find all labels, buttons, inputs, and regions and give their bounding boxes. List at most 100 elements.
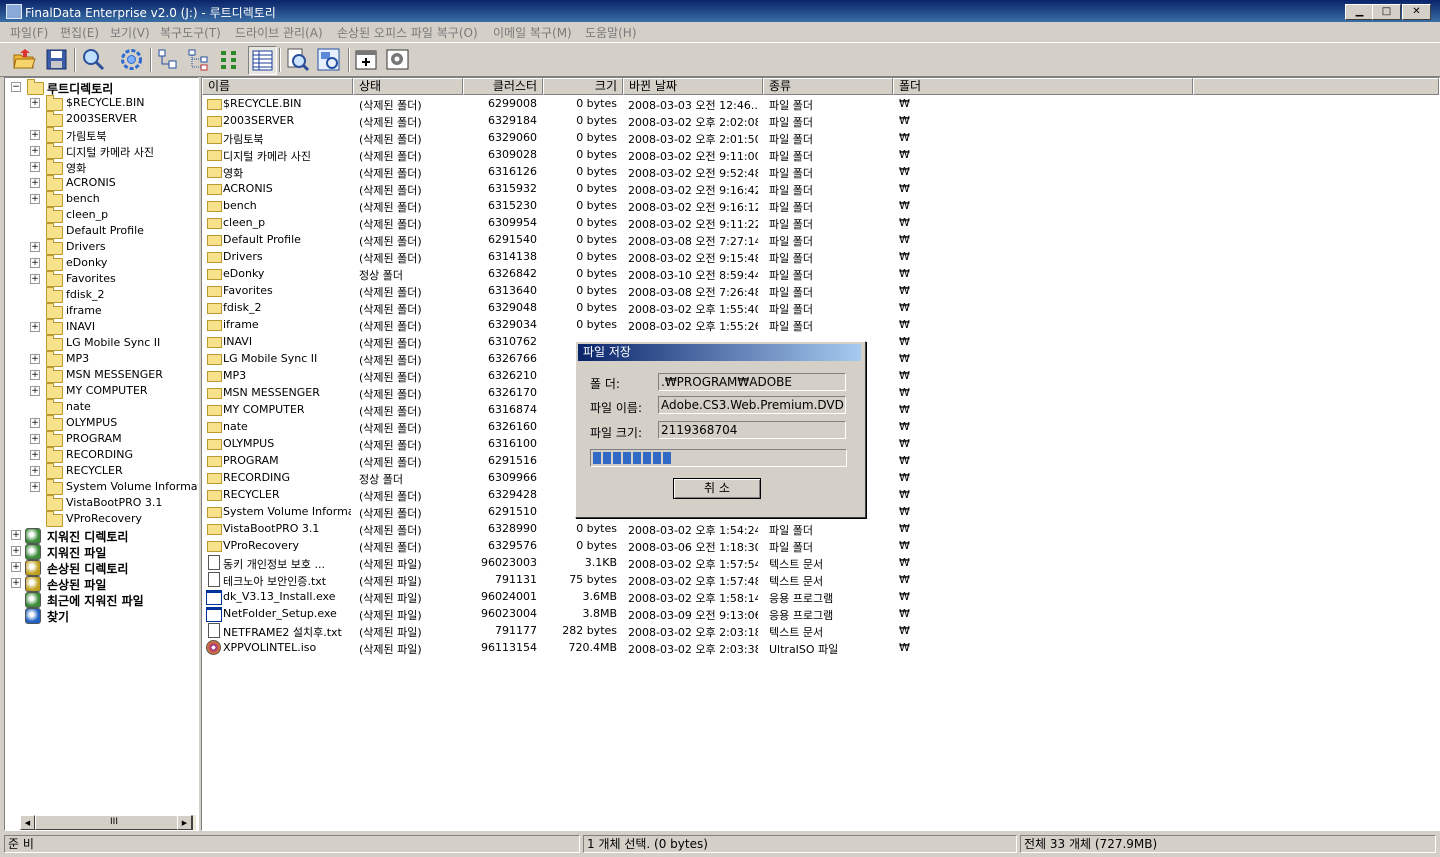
expand-icon[interactable]: + [30, 194, 40, 204]
table-row[interactable]: cleen_p (삭제된 폴더) 6309954 0 bytes 2008-03-02 … [202, 214, 1439, 231]
col-cluster[interactable]: 클러스터 [463, 78, 543, 95]
table-row[interactable]: VistaBootPRO 3.1 (삭제된 폴더) 6328990 0 bytes 20… [202, 520, 1439, 537]
tree-special-item[interactable]: + 지워진 파일 [5, 543, 195, 560]
tree-item[interactable]: + ACRONIS [5, 175, 195, 191]
tree-item[interactable]: + MSN MESSENGER [5, 367, 195, 383]
col-folder[interactable]: 폴더 [893, 78, 1193, 95]
tree-item[interactable]: + 영화 [5, 159, 195, 175]
col-date[interactable]: 바뀐 날짜 [623, 78, 763, 95]
tree-item[interactable]: + bench [5, 191, 195, 207]
tree-special-item[interactable]: + 손상된 디렉토리 [5, 559, 195, 576]
expand-icon[interactable]: + [30, 274, 40, 284]
hierarchy-icon[interactable] [186, 46, 213, 73]
minimize-button[interactable]: ▁ [1345, 4, 1374, 20]
expand-icon[interactable]: + [30, 130, 40, 140]
menu-edit[interactable]: 편집(E) [60, 24, 99, 41]
close-button[interactable]: ✕ [1402, 4, 1431, 20]
expand-icon[interactable]: + [30, 418, 40, 428]
expand-icon[interactable]: + [11, 562, 21, 572]
open-folder-icon[interactable] [11, 46, 38, 73]
expand-icon[interactable]: + [30, 482, 40, 492]
details-view-icon[interactable] [248, 46, 277, 75]
menu-drive-manage[interactable]: 드라이브 관리(A) [235, 24, 323, 41]
tree-item[interactable]: fdisk_2 [5, 287, 195, 303]
table-row[interactable]: Default Profile (삭제된 폴더) 6291540 0 bytes 200… [202, 231, 1439, 248]
tree-root[interactable]: − 루트디렉토리 [5, 79, 195, 96]
expand-icon[interactable]: + [30, 466, 40, 476]
scroll-left-arrow[interactable]: ◀ [20, 815, 35, 830]
menu-recovery-tools[interactable]: 복구도구(T) [160, 24, 221, 41]
table-row[interactable]: 가림토북 (삭제된 폴더) 6329060 0 bytes 2008-03-02 오후 … [202, 129, 1439, 146]
col-type[interactable]: 종류 [763, 78, 893, 95]
expand-icon[interactable]: + [30, 162, 40, 172]
settings-icon[interactable] [118, 46, 145, 73]
col-status[interactable]: 상태 [353, 78, 463, 95]
expand-icon[interactable]: + [30, 98, 40, 108]
expand-icon[interactable]: + [11, 546, 21, 556]
find-file-icon[interactable] [284, 46, 311, 73]
tree-special-item[interactable]: + 지워진 디렉토리 [5, 527, 195, 544]
tree-item[interactable]: 2003SERVER [5, 111, 195, 127]
expand-icon[interactable]: + [30, 370, 40, 380]
menu-help[interactable]: 도움말(H) [585, 24, 637, 41]
tree-item[interactable]: VistaBootPRO 3.1 [5, 495, 195, 511]
tree-view-icon[interactable] [155, 46, 182, 73]
scroll-thumb[interactable]: III [35, 815, 193, 830]
table-row[interactable]: VProRecovery (삭제된 폴더) 6329576 0 bytes 2008-0… [202, 537, 1439, 554]
list-view-icon[interactable] [217, 46, 244, 73]
tree-item[interactable]: + INAVI [5, 319, 195, 335]
expand-icon[interactable]: + [30, 146, 40, 156]
tree-item[interactable]: iframe [5, 303, 195, 319]
table-row[interactable]: $RECYCLE.BIN (삭제된 폴더) 6299008 0 bytes 2008-0… [202, 95, 1439, 112]
menu-email-recovery[interactable]: 이메일 복구(M) [493, 24, 572, 41]
preview-icon[interactable] [315, 46, 342, 73]
table-row[interactable]: Drivers (삭제된 폴더) 6314138 0 bytes 2008-03-02 … [202, 248, 1439, 265]
table-row[interactable]: NetFolder_Setup.exe (삭제된 파일) 96023004 3.8MB… [202, 605, 1439, 622]
tree-item[interactable]: + RECYCLER [5, 463, 195, 479]
tree-item[interactable]: + Favorites [5, 271, 195, 287]
expand-icon[interactable]: + [30, 450, 40, 460]
tree-item[interactable]: + 가림토북 [5, 127, 195, 143]
tree-item[interactable]: + 디지털 카메라 사진 [5, 143, 195, 159]
table-row[interactable]: eDonky 정상 폴더 6326842 0 bytes 2008-03-10 오전 8… [202, 265, 1439, 282]
table-row[interactable]: 디지털 카메라 사진 (삭제된 폴더) 6309028 0 bytes 2008-03-… [202, 146, 1439, 163]
scroll-right-arrow[interactable]: ▶ [177, 815, 192, 830]
app-icon[interactable] [6, 4, 22, 19]
tree-item[interactable]: cleen_p [5, 207, 195, 223]
expand-icon[interactable]: + [30, 386, 40, 396]
expand-icon[interactable]: + [30, 242, 40, 252]
tree-item[interactable]: + OLYMPUS [5, 415, 195, 431]
col-size[interactable]: 크기 [543, 78, 623, 95]
maximize-button[interactable]: □ [1372, 4, 1401, 20]
save-icon[interactable] [43, 46, 70, 73]
tree-item[interactable]: + MP3 [5, 351, 195, 367]
menu-view[interactable]: 보기(V) [110, 24, 150, 41]
collapse-icon[interactable]: − [11, 82, 21, 92]
table-row[interactable]: 테크노아 보안인증.txt (삭제된 파일) 791131 75 bytes 2008-… [202, 571, 1439, 588]
table-row[interactable]: ACRONIS (삭제된 폴더) 6315932 0 bytes 2008-03-02 … [202, 180, 1439, 197]
table-row[interactable]: bench (삭제된 폴더) 6315230 0 bytes 2008-03-02 오전… [202, 197, 1439, 214]
tree-item[interactable]: + RECORDING [5, 447, 195, 463]
tree-item[interactable]: LG Mobile Sync II [5, 335, 195, 351]
col-name[interactable]: 이름 [202, 78, 353, 95]
cancel-button[interactable]: 취 소 [673, 478, 761, 499]
tree-special-item[interactable]: 찾기 [5, 607, 195, 624]
tree-item[interactable]: + $RECYCLE.BIN [5, 95, 195, 111]
table-row[interactable]: 2003SERVER (삭제된 폴더) 6329184 0 bytes 2008-03-… [202, 112, 1439, 129]
tree-item[interactable]: + System Volume Information [5, 479, 198, 495]
add-window-icon[interactable] [353, 46, 380, 73]
expand-icon[interactable]: + [30, 354, 40, 364]
directory-tree[interactable]: − 루트디렉토리 + $RECYCLE.BIN 2003SERVER + 가림토북 + 디지털 … [4, 77, 199, 831]
table-row[interactable]: NETFRAME2 설치후.txt (삭제된 파일) 791177 282 bytes… [202, 622, 1439, 639]
tree-item[interactable]: Default Profile [5, 223, 195, 239]
menu-file[interactable]: 파일(F) [10, 24, 48, 41]
table-row[interactable]: iframe (삭제된 폴더) 6329034 0 bytes 2008-03-02 오… [202, 316, 1439, 333]
tree-item[interactable]: + Drivers [5, 239, 195, 255]
menu-office-recovery[interactable]: 손상된 오피스 파일 복구(O) [337, 24, 478, 41]
tree-special-item[interactable]: 최근에 지워진 파일 [5, 591, 195, 608]
tree-horizontal-scrollbar[interactable]: ◀ III ▶ [20, 815, 196, 830]
table-row[interactable]: Favorites (삭제된 폴더) 6313640 0 bytes 2008-03-0… [202, 282, 1439, 299]
expand-icon[interactable]: + [30, 434, 40, 444]
tree-item[interactable]: + PROGRAM [5, 431, 195, 447]
expand-icon[interactable]: + [30, 258, 40, 268]
